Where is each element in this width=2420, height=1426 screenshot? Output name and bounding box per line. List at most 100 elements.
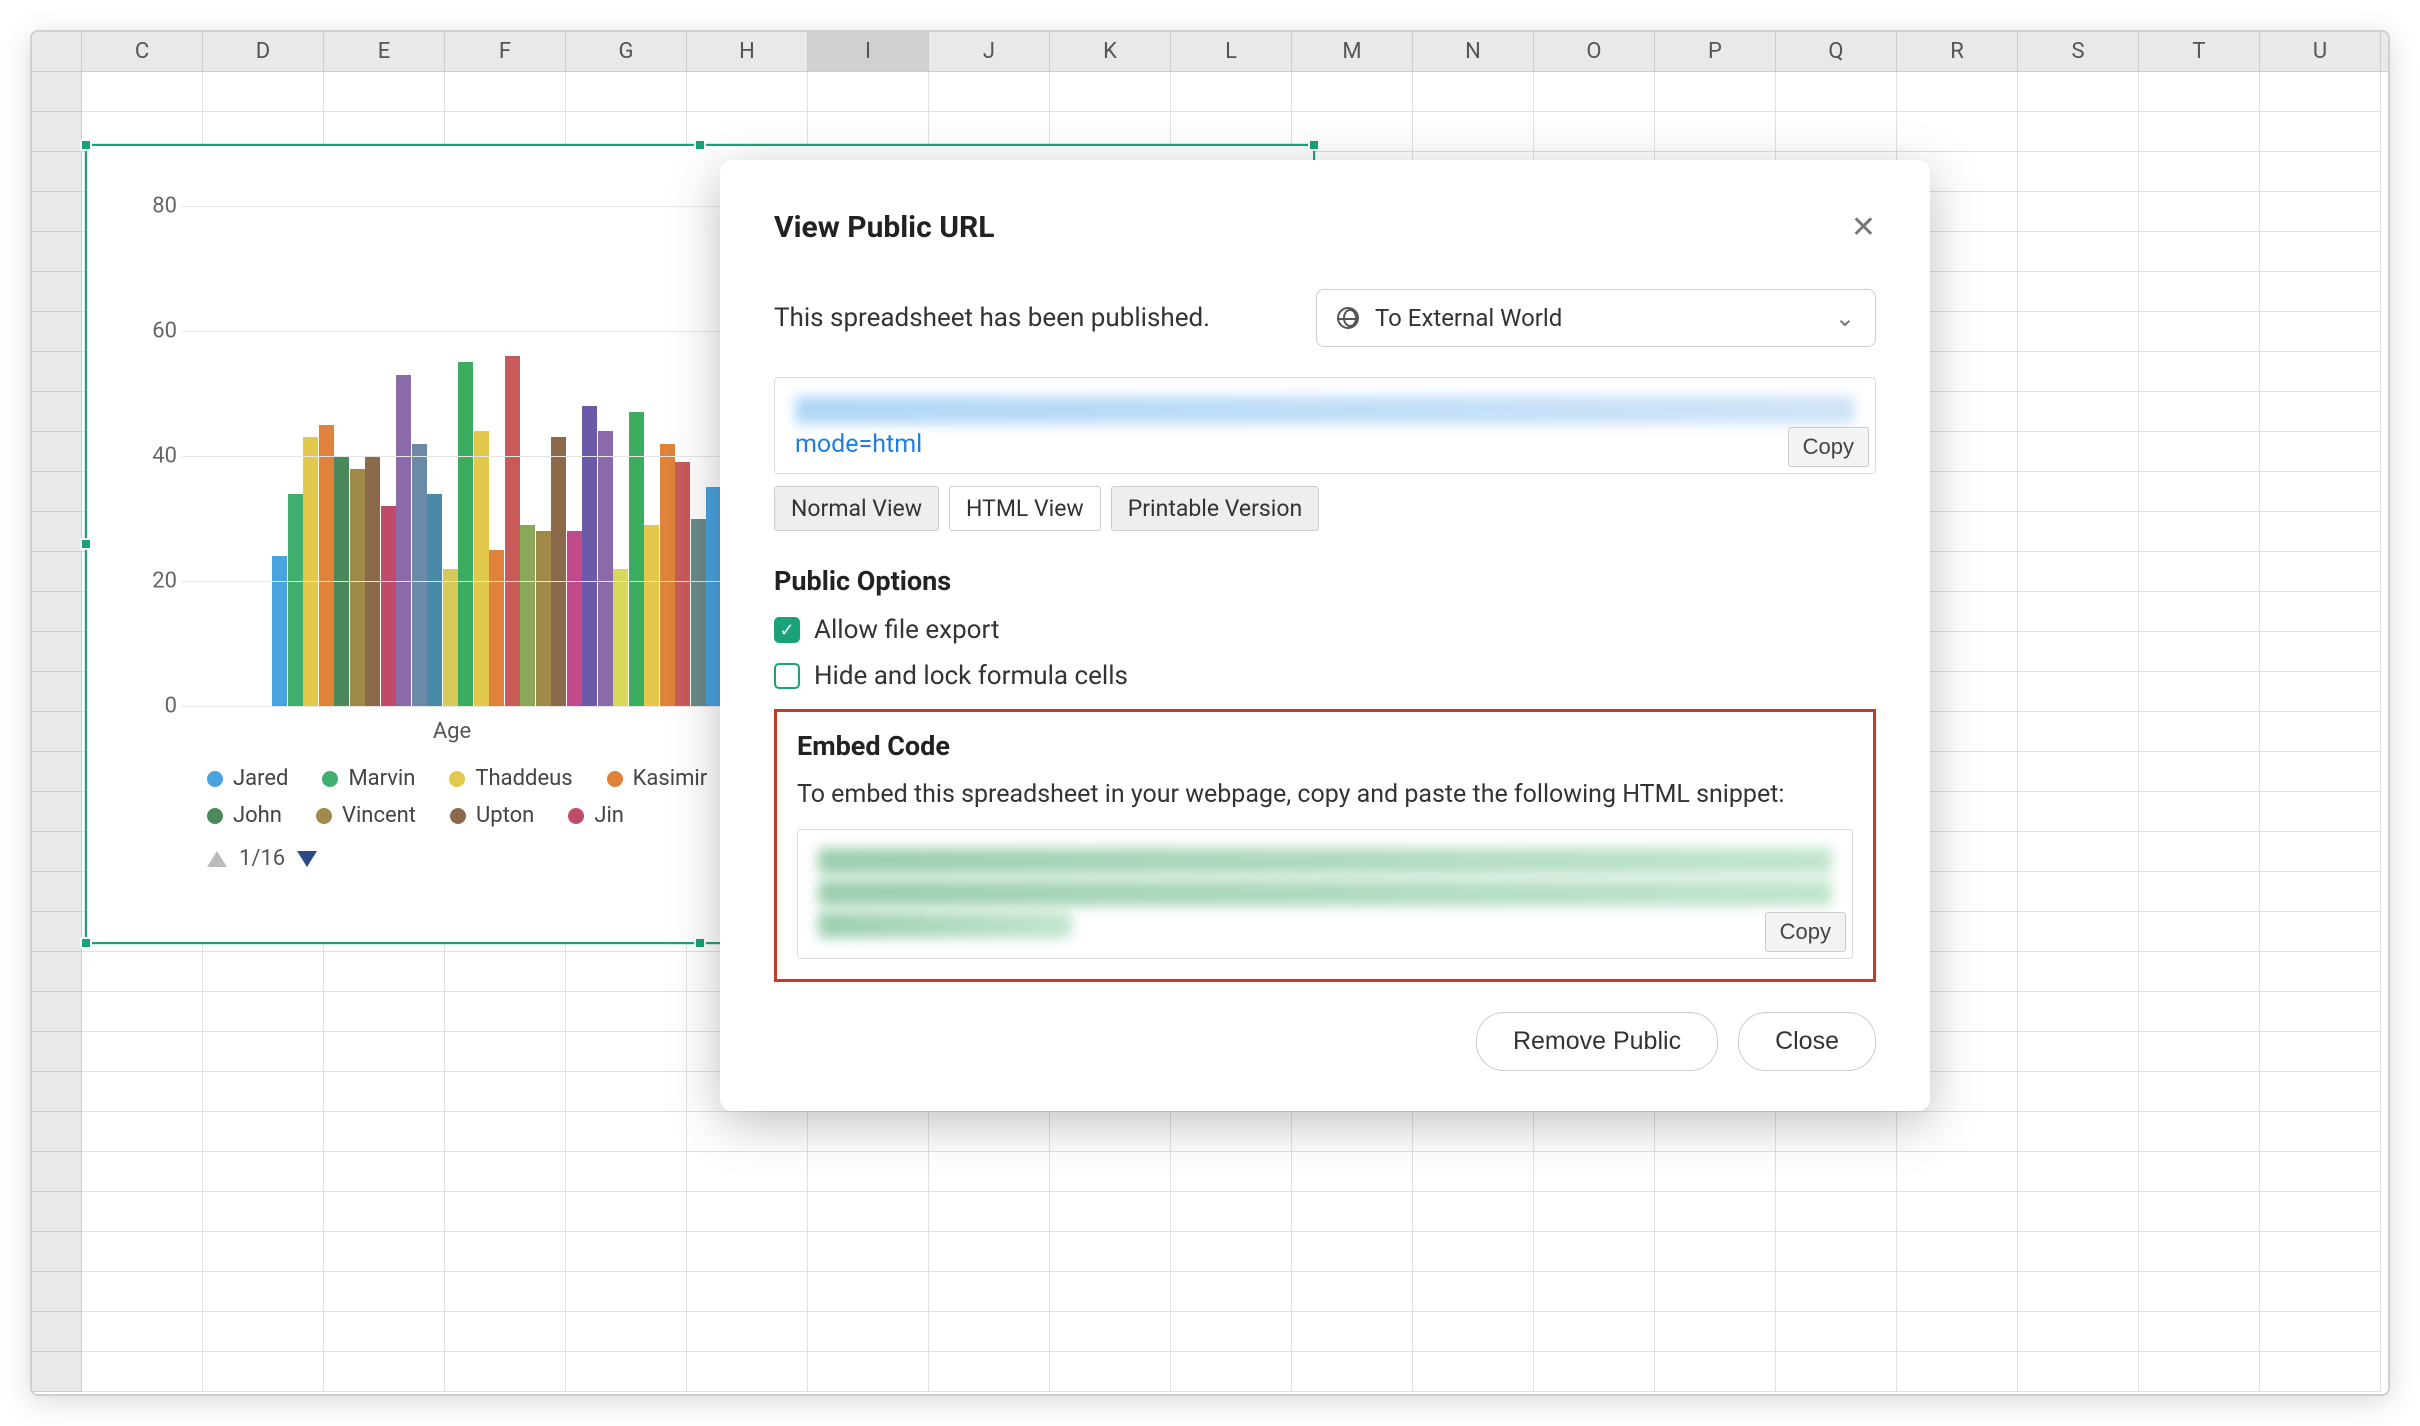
cell[interactable]	[2139, 712, 2260, 752]
legend-item-Kasimir[interactable]: Kasimir	[607, 766, 708, 791]
cell[interactable]	[929, 72, 1050, 112]
column-header-D[interactable]: D	[203, 32, 324, 71]
cell[interactable]	[1413, 1192, 1534, 1232]
cell[interactable]	[82, 1112, 203, 1152]
cell[interactable]	[324, 1112, 445, 1152]
bar-Marvin[interactable]	[288, 494, 303, 707]
cell[interactable]	[1171, 1352, 1292, 1392]
remove-public-button[interactable]: Remove Public	[1476, 1012, 1718, 1071]
cell[interactable]	[445, 72, 566, 112]
cell[interactable]	[2139, 152, 2260, 192]
cell[interactable]	[324, 1072, 445, 1112]
cell[interactable]	[445, 1032, 566, 1072]
cell[interactable]	[687, 1192, 808, 1232]
cell[interactable]	[2139, 1272, 2260, 1312]
cell[interactable]	[1292, 1352, 1413, 1392]
cell[interactable]	[2018, 832, 2139, 872]
bar-S18[interactable]	[536, 531, 551, 706]
cell[interactable]	[1292, 1232, 1413, 1272]
cell[interactable]	[82, 1192, 203, 1232]
cell[interactable]	[2260, 512, 2381, 552]
cell[interactable]	[2260, 392, 2381, 432]
bar-S16[interactable]	[505, 356, 520, 706]
cell[interactable]	[1050, 1192, 1171, 1232]
allow-export-option[interactable]: ✓ Allow file export	[774, 615, 1876, 645]
cell[interactable]	[2260, 592, 2381, 632]
cell[interactable]	[2018, 592, 2139, 632]
bar-S23[interactable]	[613, 569, 628, 707]
cell[interactable]	[445, 1272, 566, 1312]
cell[interactable]	[2139, 112, 2260, 152]
cell[interactable]	[2260, 872, 2381, 912]
cell[interactable]	[2139, 192, 2260, 232]
cell[interactable]	[1171, 72, 1292, 112]
cell[interactable]	[929, 1192, 1050, 1232]
cell[interactable]	[203, 1312, 324, 1352]
cell[interactable]	[2139, 632, 2260, 672]
row-header[interactable]	[32, 472, 82, 512]
column-header-J[interactable]: J	[929, 32, 1050, 71]
cell[interactable]	[2139, 272, 2260, 312]
cell[interactable]	[2139, 592, 2260, 632]
cell[interactable]	[203, 1112, 324, 1152]
column-header-I[interactable]: I	[808, 32, 929, 71]
cell[interactable]	[2260, 992, 2381, 1032]
copy-embed-button[interactable]: Copy	[1765, 912, 1846, 952]
cell[interactable]	[2260, 72, 2381, 112]
cell[interactable]	[1655, 72, 1776, 112]
cell[interactable]	[82, 992, 203, 1032]
cell[interactable]	[808, 1112, 929, 1152]
cell[interactable]	[1534, 1232, 1655, 1272]
cell[interactable]	[2260, 1112, 2381, 1152]
cell[interactable]	[1776, 1152, 1897, 1192]
cell[interactable]	[566, 952, 687, 992]
cell[interactable]	[203, 1072, 324, 1112]
cell[interactable]	[1292, 1112, 1413, 1152]
cell[interactable]	[2260, 832, 2381, 872]
cell[interactable]	[2018, 552, 2139, 592]
row-header[interactable]	[32, 672, 82, 712]
cell[interactable]	[687, 1272, 808, 1312]
cell[interactable]	[203, 992, 324, 1032]
cell[interactable]	[1897, 1312, 2018, 1352]
cell[interactable]	[2018, 912, 2139, 952]
cell[interactable]	[82, 1232, 203, 1272]
cell[interactable]	[2139, 512, 2260, 552]
cell[interactable]	[82, 72, 203, 112]
bar-S19[interactable]	[551, 437, 566, 706]
row-header[interactable]	[32, 72, 82, 112]
cell[interactable]	[2260, 432, 2381, 472]
cell[interactable]	[2260, 1272, 2381, 1312]
cell[interactable]	[1413, 112, 1534, 152]
column-header-S[interactable]: S	[2018, 32, 2139, 71]
cell[interactable]	[1776, 72, 1897, 112]
pager-next-icon[interactable]	[297, 851, 317, 867]
cell[interactable]	[1655, 1232, 1776, 1272]
cell[interactable]	[2260, 632, 2381, 672]
close-icon[interactable]: ✕	[1851, 213, 1876, 243]
cell[interactable]	[324, 72, 445, 112]
cell[interactable]	[2018, 112, 2139, 152]
bar-Jared[interactable]	[272, 556, 287, 706]
cell[interactable]	[445, 1112, 566, 1152]
cell[interactable]	[2260, 192, 2381, 232]
cell[interactable]	[2139, 672, 2260, 712]
cell[interactable]	[1171, 1312, 1292, 1352]
cell[interactable]	[2260, 552, 2381, 592]
cell[interactable]	[1050, 72, 1171, 112]
cell[interactable]	[687, 72, 808, 112]
cell[interactable]	[1776, 1232, 1897, 1272]
cell[interactable]	[1050, 1312, 1171, 1352]
column-header-G[interactable]: G	[566, 32, 687, 71]
row-header[interactable]	[32, 152, 82, 192]
cell[interactable]	[566, 1072, 687, 1112]
cell[interactable]	[808, 1232, 929, 1272]
cell[interactable]	[82, 1312, 203, 1352]
cell[interactable]	[445, 1072, 566, 1112]
cell[interactable]	[2139, 552, 2260, 592]
row-header[interactable]	[32, 1312, 82, 1352]
cell[interactable]	[1534, 72, 1655, 112]
cell[interactable]	[2260, 472, 2381, 512]
cell[interactable]	[324, 1032, 445, 1072]
cell[interactable]	[1897, 1232, 2018, 1272]
